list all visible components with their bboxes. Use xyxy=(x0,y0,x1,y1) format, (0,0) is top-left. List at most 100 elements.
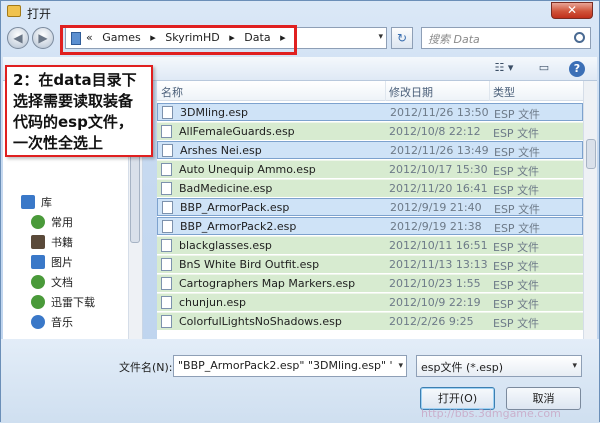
sidebar-item-thunder-download[interactable]: 迅雷下载 xyxy=(31,293,95,311)
file-row[interactable]: ColorfulLightsNoShadows.esp 2012/2/26 9:2… xyxy=(157,312,583,330)
file-date: 2012/11/20 16:41 xyxy=(389,182,488,195)
watermark: http://bbs.3dmgame.com xyxy=(421,407,561,420)
sidebar-item-frequent[interactable]: 常用 xyxy=(31,213,73,231)
help-icon[interactable]: ? xyxy=(569,61,585,77)
filetype-value: esp文件 (*.esp) xyxy=(421,361,504,374)
file-row[interactable]: BBP_ArmorPack.esp 2012/9/19 21:40 ESP 文件 xyxy=(157,198,583,216)
column-type[interactable]: 类型 xyxy=(493,84,515,100)
file-row[interactable]: chunjun.esp 2012/10/9 22:19 ESP 文件 xyxy=(157,293,583,311)
file-date: 2012/11/26 13:49 xyxy=(390,144,489,157)
file-list-header: 名称 修改日期 类型 xyxy=(157,81,583,101)
file-date: 2012/9/19 21:40 xyxy=(390,201,482,214)
close-button[interactable]: ✕ xyxy=(551,2,593,19)
document-icon xyxy=(31,275,45,289)
file-date: 2012/2/26 9:25 xyxy=(389,315,474,328)
sidebar-item-music[interactable]: 音乐 xyxy=(31,313,73,331)
esp-file-icon xyxy=(161,258,172,271)
file-row[interactable]: BnS White Bird Outfit.esp 2012/11/13 13:1… xyxy=(157,255,583,273)
address-dropdown-icon[interactable]: ▾ xyxy=(378,32,383,42)
esp-file-icon xyxy=(161,182,172,195)
column-divider[interactable] xyxy=(489,81,490,101)
sidebar-item-documents[interactable]: 文档 xyxy=(31,273,73,291)
file-name: AllFemaleGuards.esp xyxy=(179,125,295,138)
sidebar-item-pictures[interactable]: 图片 xyxy=(31,253,73,271)
refresh-button[interactable]: ↻ xyxy=(391,27,413,49)
file-type: ESP 文件 xyxy=(493,279,540,292)
file-name: chunjun.esp xyxy=(179,296,246,309)
file-type: ESP 文件 xyxy=(493,184,540,197)
search-placeholder: 搜索 Data xyxy=(428,33,480,46)
filename-label: 文件名(N): xyxy=(119,361,173,374)
file-date: 2012/10/17 15:30 xyxy=(389,163,488,176)
file-row[interactable]: blackglasses.esp 2012/10/11 16:51 ESP 文件 xyxy=(157,236,583,254)
instruction-callout: 2：在data目录下选择需要读取装备代码的esp文件，一次性全选上 xyxy=(5,65,153,157)
sidebar-item-label: 常用 xyxy=(51,216,73,229)
sidebar-item-label: 图片 xyxy=(51,256,73,269)
filetype-select[interactable]: esp文件 (*.esp) ▾ xyxy=(416,355,582,377)
esp-file-icon xyxy=(161,125,172,138)
file-name: Arshes Nei.esp xyxy=(180,144,262,157)
sidebar-item-books[interactable]: 书籍 xyxy=(31,233,73,251)
filename-field[interactable]: "BBP_ArmorPack2.esp" "3DMling.esp" "Ar ▾ xyxy=(173,355,407,377)
file-type: ESP 文件 xyxy=(493,241,540,254)
file-row[interactable]: 3DMling.esp 2012/11/26 13:50 ESP 文件 xyxy=(157,103,583,121)
music-icon xyxy=(31,315,45,329)
sidebar-item-label: 音乐 xyxy=(51,316,73,329)
file-row[interactable]: Cartographers Map Markers.esp 2012/10/23 … xyxy=(157,274,583,292)
filename-value: "BBP_ArmorPack2.esp" "3DMling.esp" "Ar xyxy=(178,359,392,372)
file-list: 名称 修改日期 类型 3DMling.esp 2012/11/26 13:50 ES… xyxy=(157,81,583,339)
esp-file-icon xyxy=(162,220,173,233)
scrollbar-thumb[interactable] xyxy=(586,139,596,169)
esp-file-icon xyxy=(162,106,173,119)
search-icon[interactable] xyxy=(574,32,585,43)
file-row[interactable]: Auto Unequip Ammo.esp 2012/10/17 15:30 ESP… xyxy=(157,160,583,178)
forward-button[interactable]: ▶ xyxy=(32,27,54,49)
file-date: 2012/11/26 13:50 xyxy=(390,106,489,119)
file-type: ESP 文件 xyxy=(493,165,540,178)
file-type: ESP 文件 xyxy=(494,146,541,159)
file-type: ESP 文件 xyxy=(493,317,540,330)
file-row[interactable]: AllFemaleGuards.esp 2012/10/8 22:12 ESP 文件 xyxy=(157,122,583,140)
view-options-icon[interactable]: ☷ ▾ xyxy=(489,61,519,77)
file-name: 3DMling.esp xyxy=(180,106,249,119)
file-type: ESP 文件 xyxy=(494,108,541,121)
esp-file-icon xyxy=(161,277,172,290)
book-icon xyxy=(31,235,45,249)
file-row[interactable]: BBP_ArmorPack2.esp 2012/9/19 21:38 ESP 文件 xyxy=(157,217,583,235)
library-icon xyxy=(21,195,35,209)
file-date: 2012/10/8 22:12 xyxy=(389,125,481,138)
title-bar: 打开 ✕ xyxy=(1,1,599,23)
thunder-download-icon xyxy=(31,295,45,309)
file-date: 2012/10/9 22:19 xyxy=(389,296,481,309)
file-name: BnS White Bird Outfit.esp xyxy=(179,258,320,271)
chevron-down-icon[interactable]: ▾ xyxy=(398,361,403,371)
file-type: ESP 文件 xyxy=(493,298,540,311)
esp-file-icon xyxy=(161,163,172,176)
file-type: ESP 文件 xyxy=(494,203,541,216)
back-button[interactable]: ◀ xyxy=(7,27,29,49)
column-modified[interactable]: 修改日期 xyxy=(389,84,433,100)
file-name: BadMedicine.esp xyxy=(179,182,273,195)
file-rows: 3DMling.esp 2012/11/26 13:50 ESP 文件 AllFema… xyxy=(157,103,583,339)
file-name: BBP_ArmorPack.esp xyxy=(180,201,290,214)
file-type: ESP 文件 xyxy=(493,127,540,140)
esp-file-icon xyxy=(161,315,172,328)
file-row[interactable]: BadMedicine.esp 2012/11/20 16:41 ESP 文件 xyxy=(157,179,583,197)
search-input[interactable]: 搜索 Data xyxy=(421,27,591,49)
user-icon xyxy=(31,215,45,229)
file-list-scrollbar[interactable] xyxy=(583,81,597,339)
file-date: 2012/11/13 13:13 xyxy=(389,258,488,271)
preview-pane-icon[interactable]: ▭ xyxy=(535,61,553,77)
scrollbar-thumb[interactable] xyxy=(130,143,140,243)
chevron-down-icon[interactable]: ▾ xyxy=(572,361,577,371)
column-divider[interactable] xyxy=(385,81,386,101)
column-name[interactable]: 名称 xyxy=(161,84,183,100)
file-date: 2012/10/11 16:51 xyxy=(389,239,488,252)
sidebar-item-label: 库 xyxy=(41,196,52,209)
file-type: ESP 文件 xyxy=(494,222,541,235)
file-type: ESP 文件 xyxy=(493,260,540,273)
file-row[interactable]: Arshes Nei.esp 2012/11/26 13:49 ESP 文件 xyxy=(157,141,583,159)
sidebar-item-library[interactable]: 库 xyxy=(21,193,52,211)
file-name: BBP_ArmorPack2.esp xyxy=(180,220,297,233)
file-name: Cartographers Map Markers.esp xyxy=(179,277,356,290)
